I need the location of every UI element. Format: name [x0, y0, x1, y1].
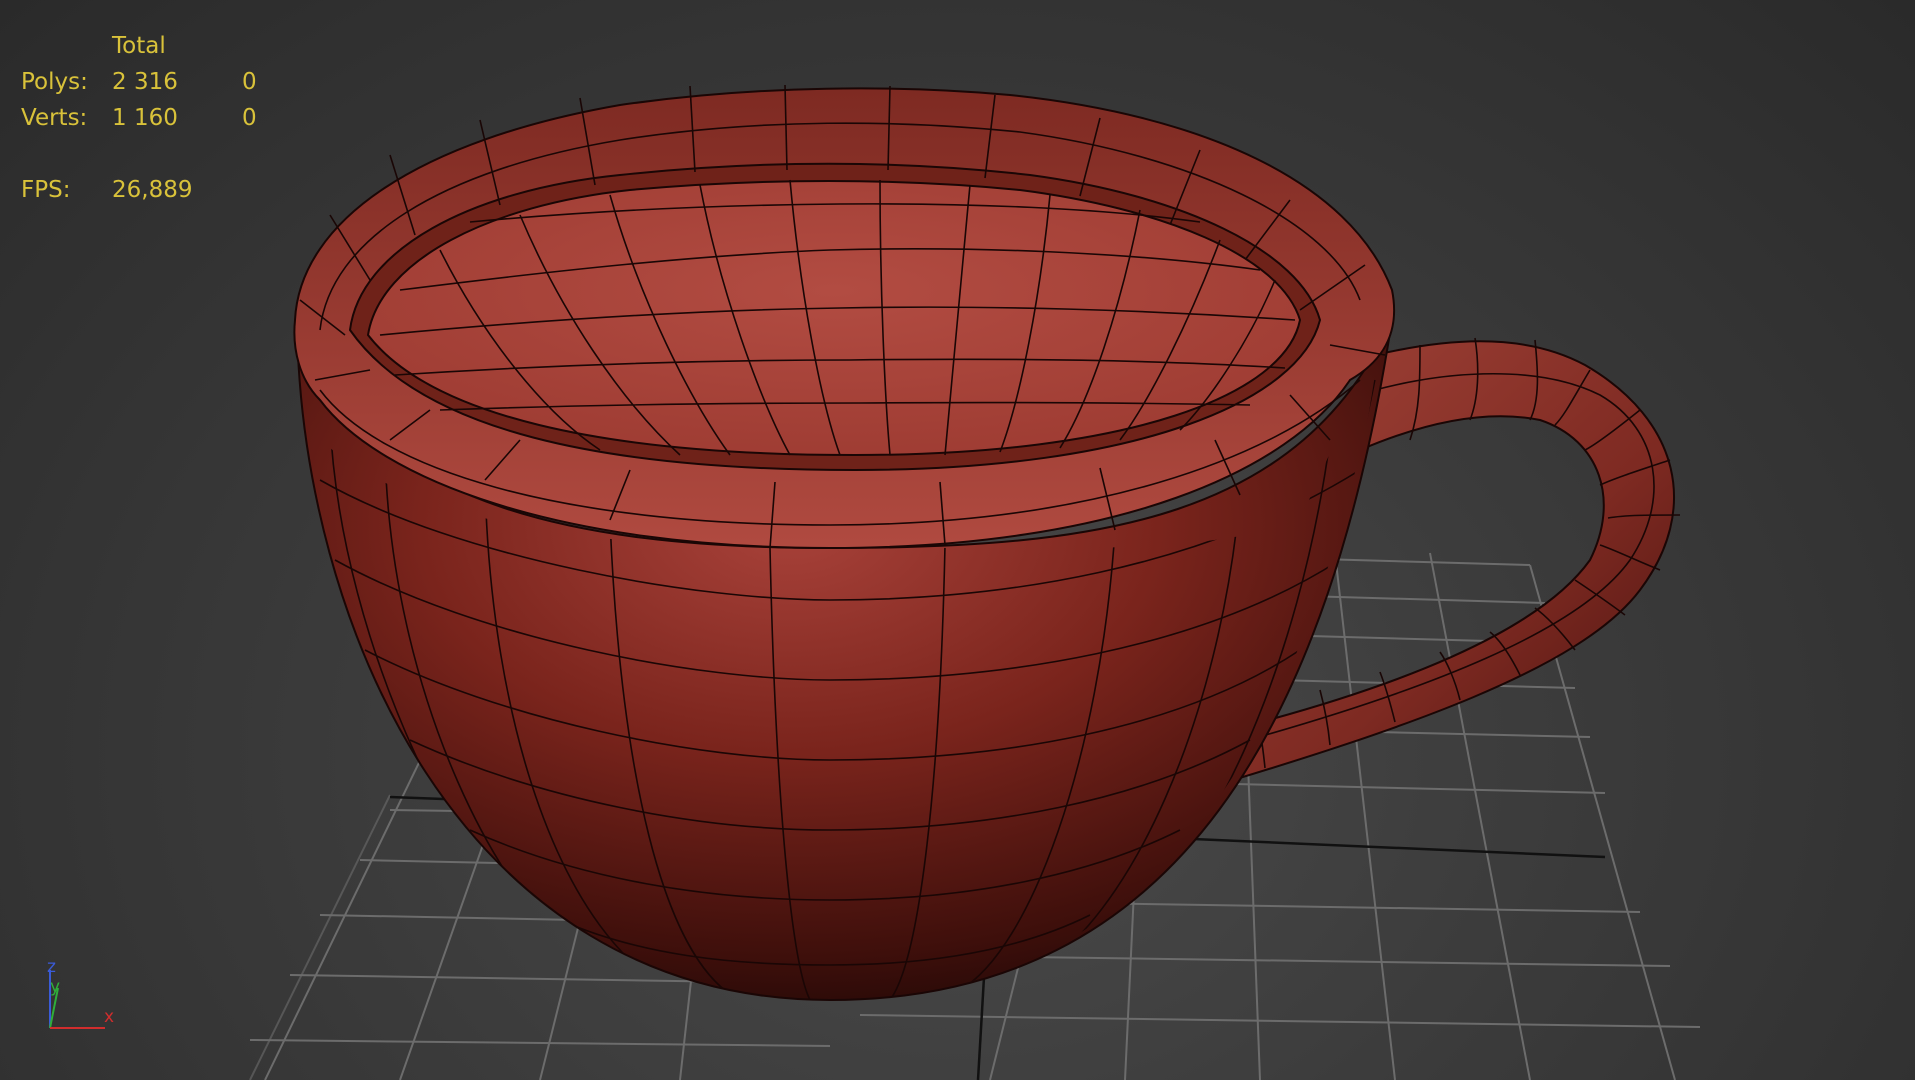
stats-polys-row: Polys: 2 316 0 — [21, 64, 282, 100]
liquid-surface[interactable] — [366, 179, 1302, 457]
polys-selected: 0 — [242, 69, 257, 95]
stats-total-header: Total — [112, 33, 166, 59]
verts-label: Verts: — [21, 105, 88, 131]
y-axis-label: y — [50, 977, 60, 997]
stats-verts-row: Verts: 1 160 0 — [21, 100, 282, 136]
x-axis-label: x — [104, 1007, 114, 1027]
fps-value: 26,889 — [112, 177, 193, 203]
verts-selected: 0 — [242, 105, 257, 131]
perspective-viewport[interactable]: z y x — [0, 0, 1915, 1080]
z-axis-label: z — [47, 957, 56, 977]
polys-total: 2 316 — [112, 69, 178, 95]
verts-total: 1 160 — [112, 105, 178, 131]
axis-tripod: z y x — [47, 957, 114, 1029]
viewport-canvas[interactable]: z y x — [0, 0, 1915, 1080]
viewport-statistics: Total Polys: 2 316 0 Verts: 1 160 0 FPS:… — [21, 28, 282, 208]
fps-label: FPS: — [21, 177, 71, 203]
stats-header-row: Total — [21, 28, 282, 64]
polys-label: Polys: — [21, 69, 88, 95]
stats-fps-row: FPS: 26,889 — [21, 172, 282, 208]
